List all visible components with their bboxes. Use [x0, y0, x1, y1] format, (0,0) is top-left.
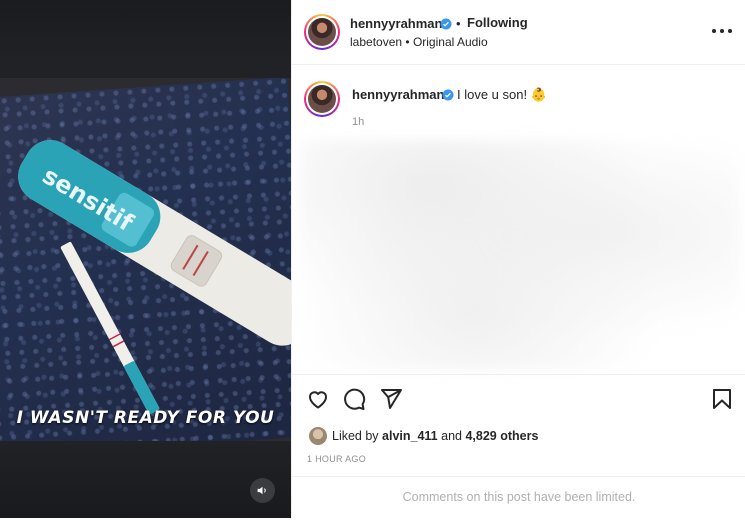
post-photo: sensitif	[0, 78, 291, 441]
pregnancy-test-image: sensitif	[18, 140, 291, 414]
following-button[interactable]: Following	[467, 15, 528, 30]
caption-verified-badge-icon	[442, 89, 454, 101]
post-actions: Liked by alvin_411 and 4,829 others 1 HO…	[292, 374, 745, 520]
post-header: hennyyrahman • Following labetoven • Ori…	[292, 0, 745, 65]
comments-limited-notice: Comments on this post have been limited.	[292, 476, 745, 521]
header-dot-separator: •	[456, 16, 461, 31]
author-avatar[interactable]	[304, 14, 340, 50]
video-overlay-caption: I WASN'T READY FOR YOU	[16, 408, 275, 428]
liked-by-text: Liked by alvin_411 and 4,829 others	[332, 429, 538, 443]
volume-button[interactable]	[250, 478, 275, 503]
post-media[interactable]: sensitif I WASN'T READY FOR YOU	[0, 0, 291, 518]
bookmark-icon[interactable]	[710, 387, 734, 411]
caption-text: I love u son! 👶	[457, 87, 547, 102]
liked-by-prefix: Liked by	[332, 429, 383, 443]
audio-info[interactable]: labetoven • Original Audio	[350, 35, 488, 49]
more-options-icon[interactable]	[710, 23, 734, 39]
post-side-panel: hennyyrahman • Following labetoven • Ori…	[291, 0, 745, 518]
comments-area-placeholder	[300, 140, 740, 370]
likes-count[interactable]: 4,829 others	[465, 429, 538, 443]
audio-label[interactable]: Original Audio	[413, 35, 488, 49]
volume-icon	[257, 486, 266, 495]
liked-by-middle: and	[437, 429, 466, 443]
liked-by-avatar[interactable]	[308, 426, 328, 446]
verified-badge-icon	[440, 18, 452, 30]
audio-artist[interactable]: labetoven	[350, 35, 402, 49]
audio-dot: •	[405, 35, 410, 49]
caption-avatar[interactable]	[304, 81, 340, 117]
heart-icon[interactable]	[306, 387, 330, 411]
caption-username[interactable]: hennyyrahman	[352, 87, 444, 102]
share-icon[interactable]	[379, 387, 403, 411]
comment-icon[interactable]	[342, 387, 366, 411]
post-timestamp[interactable]: 1 HOUR AGO	[307, 454, 366, 464]
author-username[interactable]: hennyyrahman	[350, 16, 442, 31]
liked-by-user[interactable]: alvin_411	[382, 429, 438, 443]
caption-time[interactable]: 1h	[352, 116, 364, 128]
